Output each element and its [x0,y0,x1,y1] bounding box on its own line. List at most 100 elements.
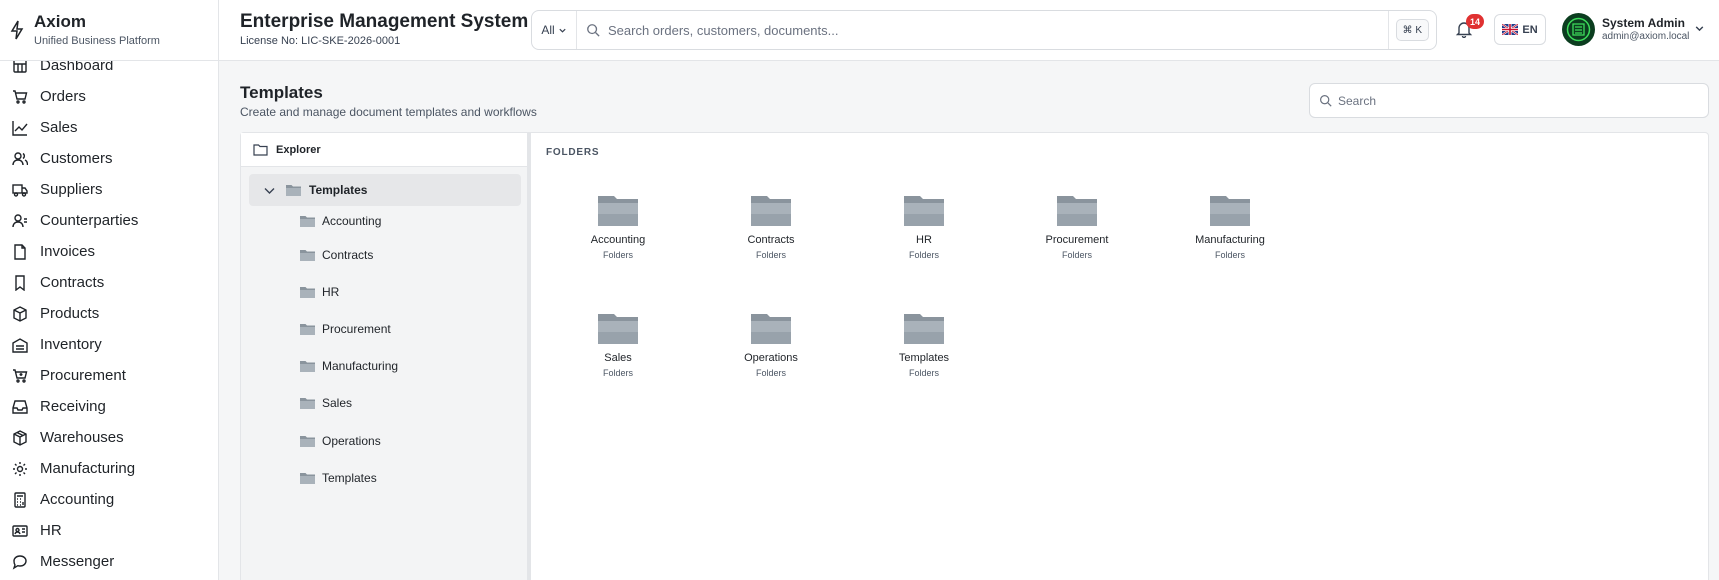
sidebar-item-customers[interactable]: Customers [0,143,218,174]
folder-tile-hr[interactable]: HR Folders [864,193,984,293]
system-title: Enterprise Management System [240,11,529,32]
global-search: All ⌘ K [531,10,1437,50]
tree-item-sales[interactable]: Sales [300,391,352,415]
sidebar-item-label: Counterparties [40,212,139,229]
folder-icon [300,216,315,227]
tree-item-operations[interactable]: Operations [300,429,381,453]
sidebar-item-invoices[interactable]: Invoices [0,236,218,267]
sidebar-item-messenger[interactable]: Messenger [0,546,218,577]
folder-icon [598,196,638,226]
tree-item-templates[interactable]: Templates [300,466,377,490]
tree-item-label: Contracts [322,248,374,262]
sidebar-item-label: Receiving [40,398,106,415]
folder-tile-operations[interactable]: Operations Folders [711,311,831,411]
shortcut-wrap: ⌘ K [1387,11,1436,49]
tree-item-label: HR [322,285,340,299]
search-icon [587,24,600,37]
folder-name: Operations [744,352,798,364]
folder-icon [300,473,315,484]
folder-icon [300,324,315,335]
folder-tile-contracts[interactable]: Contracts Folders [711,193,831,293]
tree-item-manufacturing[interactable]: Manufacturing [300,354,398,378]
sidebar-item-manufacturing[interactable]: Manufacturing [0,453,218,484]
contact-icon [12,213,27,227]
folder-icon [300,287,315,298]
folder-tile-procurement[interactable]: Procurement Folders [1017,193,1137,293]
search-input[interactable] [608,22,1388,38]
folder-name: Procurement [1045,234,1109,246]
chevron-down-icon[interactable] [263,184,276,197]
sidebar-nav: Dashboard Orders Sales Customers Supplie… [0,50,218,577]
page-title: Templates [240,83,323,102]
folder-type: Folders [755,250,786,260]
folder-type: Folders [1061,250,1092,260]
folder-tile-templates[interactable]: Templates Folders [864,311,984,411]
tree-item-accounting[interactable]: Accounting [300,209,381,233]
folder-name: Accounting [590,234,646,246]
shortcut-hint: ⌘ K [1395,19,1429,41]
page-search [1309,83,1709,118]
tree-item-label: Accounting [322,214,382,228]
folder-name: Templates [898,352,950,364]
sidebar-item-receiving[interactable]: Receiving [0,391,218,422]
sidebar-item-label: Sales [40,119,78,136]
user-email: admin@axiom.local [1602,31,1690,42]
sidebar-item-label: Contracts [40,274,105,291]
folder-name: Sales [604,352,632,364]
folder-tile-accounting[interactable]: Accounting Folders [558,193,678,293]
package-icon [13,429,27,446]
sidebar-item-counterparties[interactable]: Counterparties [0,205,218,236]
brand-tagline: Unified Business Platform [34,35,160,47]
folder-name: Manufacturing [1195,234,1265,246]
tree-item-contracts[interactable]: Contracts [300,243,373,267]
chevron-down-icon [559,28,566,33]
sidebar-item-warehouses[interactable]: Warehouses [0,422,218,453]
folder-icon [751,314,791,344]
sidebar-item-contracts[interactable]: Contracts [0,267,218,298]
cart-icon [13,89,28,104]
folder-tile-sales[interactable]: Sales Folders [558,311,678,411]
sidebar-item-label: Manufacturing [40,460,136,477]
sidebar-item-label: HR [40,522,62,539]
gear-icon [13,461,27,476]
box-icon [13,305,27,322]
chevron-down-icon[interactable] [1694,23,1705,34]
sidebar-item-sales[interactable]: Sales [0,112,218,143]
page-subtitle: Create and manage document templates and… [240,105,537,119]
search-scope-select[interactable]: All [532,11,577,49]
notification-badge: 14 [1466,14,1485,29]
sidebar-item-inventory[interactable]: Inventory [0,329,218,360]
folder-icon [598,314,638,344]
brand[interactable]: Axiom Unified Business Platform [0,0,218,61]
sidebar-item-label: Accounting [40,491,115,508]
sidebar-item-hr[interactable]: HR [0,515,218,546]
folder-name: HR [916,234,932,246]
trend-icon [12,120,28,136]
language-switcher[interactable]: EN [1494,14,1546,45]
folder-type: Folders [755,368,786,378]
license-number: License No: LIC-SKE-2026-0001 [240,35,401,47]
folder-tile-manufacturing[interactable]: Manufacturing Folders [1170,193,1290,293]
page-search-input[interactable] [1338,93,1708,108]
top-header: Enterprise Management System License No:… [219,0,1719,61]
avatar-logo-icon [1562,13,1595,46]
folder-icon [1210,196,1250,226]
sidebar: Dashboard Orders Sales Customers Supplie… [0,0,219,580]
calculator-icon [14,491,26,508]
tree-item-hr[interactable]: HR [300,280,339,304]
uk-flag-icon [1502,24,1519,35]
tree-item-procurement[interactable]: Procurement [300,317,391,341]
sidebar-item-products[interactable]: Products [0,298,218,329]
sidebar-item-suppliers[interactable]: Suppliers [0,174,218,205]
avatar[interactable] [1562,13,1595,46]
sidebar-item-label: Invoices [40,243,96,260]
file-icon [14,243,26,260]
tree-root-label: Templates [309,183,368,197]
sidebar-item-accounting[interactable]: Accounting [0,484,218,515]
sidebar-item-procurement[interactable]: Procurement [0,360,218,391]
bookmark-icon [15,274,25,291]
sidebar-item-orders[interactable]: Orders [0,81,218,112]
users-icon [12,151,28,165]
tree-root-templates[interactable]: Templates [249,174,521,206]
language-code: EN [1522,23,1538,36]
